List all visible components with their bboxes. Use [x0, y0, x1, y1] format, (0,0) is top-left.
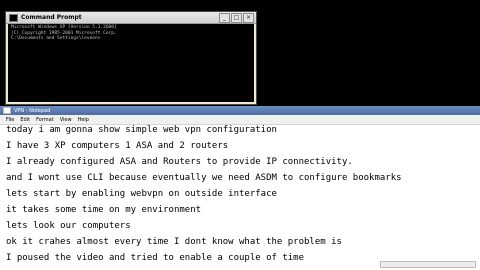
menu-edit[interactable]: Edit [20, 117, 30, 123]
cmd-close-button[interactable]: × [243, 13, 254, 23]
command-prompt-window[interactable]: Command Prompt _ □ × Microsoft Windows X… [5, 11, 257, 105]
text-line: I poused the video and tried to enable a… [6, 253, 305, 263]
text-line: I have 3 XP computers 1 ASA and 2 router… [6, 141, 229, 151]
cmd-window-title: Command Prompt [21, 14, 82, 21]
menu-view[interactable]: View [60, 117, 72, 123]
cmd-titlebar[interactable]: Command Prompt _ □ × [6, 12, 256, 24]
menu-help[interactable]: Help [78, 117, 89, 123]
cmd-minimize-button[interactable]: _ [219, 13, 230, 23]
notepad-titlebar[interactable]: VPN - Notepad [0, 106, 480, 115]
cmd-window-controls: _ □ × [219, 13, 254, 23]
text-line: it takes some time on my environment [6, 205, 202, 215]
cmd-console[interactable]: Microsoft Windows XP [Version 5.1.2600] … [8, 24, 254, 102]
notepad-window[interactable]: VPN - Notepad File Edit Format View Help… [0, 106, 480, 270]
notepad-app-icon [3, 107, 11, 114]
notepad-menubar: File Edit Format View Help [0, 115, 480, 125]
text-line: lets look our computers [6, 221, 131, 231]
menu-file[interactable]: File [6, 117, 14, 123]
text-line: today i am gonna show simple web vpn con… [6, 125, 277, 135]
menu-format[interactable]: Format [36, 117, 54, 123]
horizontal-scrollbar[interactable] [380, 261, 476, 268]
notepad-text-area[interactable]: today i am gonna show simple web vpn con… [0, 125, 480, 270]
text-line: lets start by enabling webvpn on outside… [6, 189, 277, 199]
cmd-app-icon [9, 13, 18, 22]
notepad-window-title: VPN - Notepad [14, 107, 51, 114]
cmd-maximize-button[interactable]: □ [231, 13, 242, 23]
text-line: ok it crahes almost every time I dont kn… [6, 237, 342, 247]
console-prompt-line: C:\Documents and Settings\leveon> [11, 36, 101, 41]
text-line: I already configured ASA and Routers to … [6, 157, 353, 167]
text-line: and I wont use CLI because eventually we… [6, 173, 402, 183]
